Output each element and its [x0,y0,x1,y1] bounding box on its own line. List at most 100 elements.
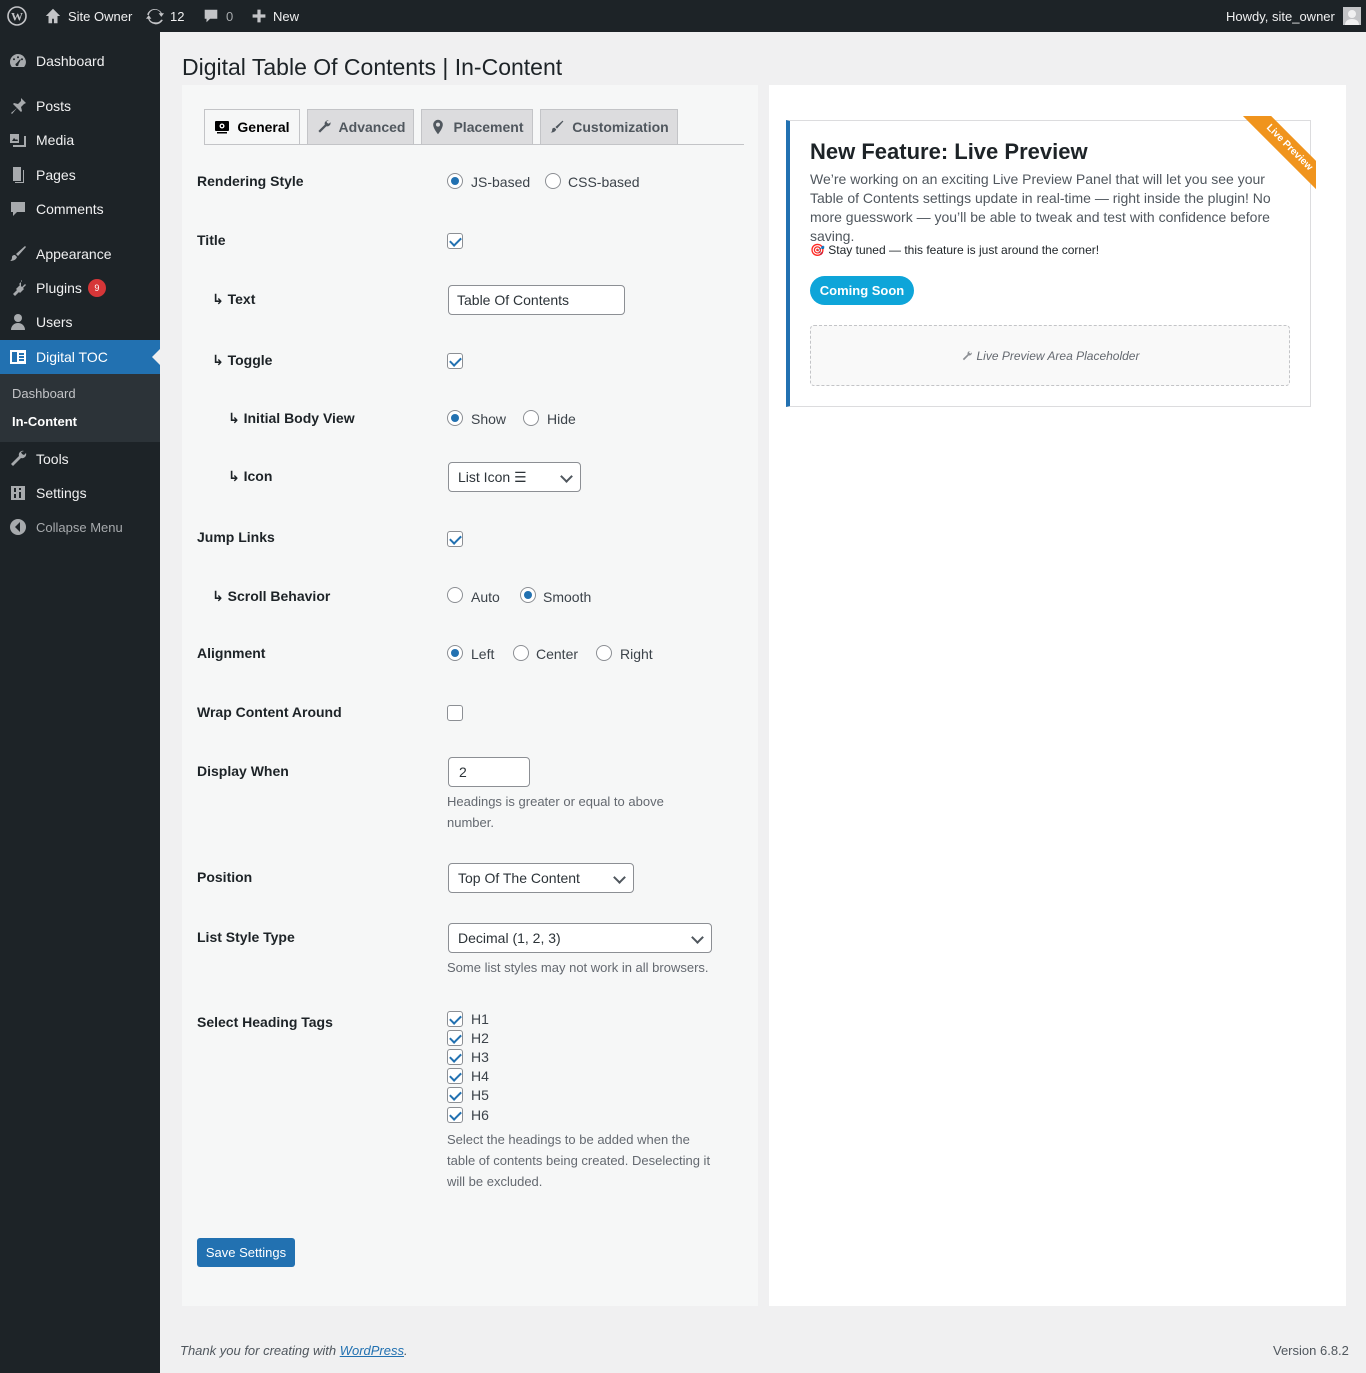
title-text-input[interactable]: Table Of Contents [448,285,625,315]
site-name: Site Owner [68,8,133,24]
title-checkbox[interactable] [447,233,463,249]
coming-soon-button[interactable]: Coming Soon [810,276,914,305]
user-icon [0,312,36,332]
tab-placement[interactable]: Placement [421,109,533,145]
tab-label: Customization [572,119,669,135]
my-account-link[interactable]: Howdy, site_owner [1226,0,1361,32]
avatar [1342,7,1361,25]
text-label: ↳ Text [212,291,256,307]
sidebar-item-comments[interactable]: Comments [0,192,160,226]
sidebar-item-media[interactable]: Media [0,123,160,157]
sidebar-item-plugins[interactable]: Plugins 9 [0,271,160,305]
select-value: List Icon ☰ [458,468,527,485]
position-select[interactable]: Top Of The Content [448,863,634,893]
radio-smooth[interactable] [520,587,536,603]
position-label: Position [197,869,253,885]
heading-h1-checkbox[interactable] [447,1011,463,1027]
sidebar-item-label: Settings [36,485,87,501]
svg-text:W: W [11,10,23,24]
chevron-down-icon [613,871,626,884]
eye-monitor-icon [215,121,230,134]
radio-left[interactable] [447,645,463,661]
feature-description: We’re working on an exciting Live Previe… [810,171,1271,244]
radio-css-based[interactable] [545,173,561,189]
radio-auto[interactable] [447,587,463,603]
site-name-link[interactable]: Site Owner [44,0,132,32]
radio-show[interactable] [447,410,463,426]
heading-h4-checkbox[interactable] [447,1068,463,1084]
sidebar-item-label: Media [36,132,75,148]
toggle-checkbox[interactable] [447,353,463,369]
tab-divider [204,144,744,145]
new-content-link[interactable]: New [251,0,299,32]
select-value: Decimal (1, 2, 3) [458,930,561,946]
sidebar-item-tools[interactable]: Tools [0,442,160,476]
placeholder-label: Live Preview Area Placeholder [976,348,1140,363]
icon-select[interactable]: List Icon ☰ [448,462,581,492]
wordpress-link[interactable]: WordPress [340,1343,404,1358]
plugin-icon [0,278,36,298]
title-label: Title [197,232,226,248]
sidebar-item-digital-toc[interactable]: Digital TOC [0,340,160,374]
heading-tag-label: H1 [471,1011,489,1027]
sidebar-item-label: Comments [36,201,104,217]
updates-link[interactable]: 12 [146,0,184,32]
sidebar-item-label: Appearance [36,246,112,262]
comments-link[interactable]: 0 [202,0,233,32]
tab-general[interactable]: General [204,109,300,145]
admin-bar: W Site Owner 12 0 New Howdy, site_owner [0,0,1366,32]
radio-hide[interactable] [523,410,539,426]
heading-h5-checkbox[interactable] [447,1087,463,1103]
comment-icon [0,199,36,219]
tab-label: Placement [453,119,524,135]
radio-right[interactable] [596,645,612,661]
sidebar-item-dashboard[interactable]: Dashboard [0,44,160,78]
heading-tag-label: H4 [471,1068,489,1084]
sidebar-item-posts[interactable]: Posts [0,89,160,123]
sidebar-item-pages[interactable]: Pages [0,158,160,192]
sidebar-item-label: Digital TOC [36,349,108,365]
sidebar-item-users[interactable]: Users [0,305,160,339]
collapse-icon [0,517,36,537]
submenu-item-dashboard[interactable]: Dashboard [12,386,76,401]
radio-center[interactable] [513,645,529,661]
page-icon [0,165,36,185]
tab-customization[interactable]: Customization [540,109,678,145]
radio-label: Show [471,411,507,427]
list-style-type-select[interactable]: Decimal (1, 2, 3) [448,923,712,953]
settings-panel [182,85,758,1306]
plus-icon [252,9,266,23]
display-when-description-line: number. [447,815,494,830]
heading-h3-checkbox[interactable] [447,1049,463,1065]
sidebar-item-appearance[interactable]: Appearance [0,237,160,271]
heading-h2-checkbox[interactable] [447,1030,463,1046]
save-settings-button[interactable]: Save Settings [197,1238,295,1267]
toggle-label: ↳ Toggle [212,352,273,368]
new-label: New [273,8,300,24]
jump-links-checkbox[interactable] [447,531,463,547]
tab-advanced[interactable]: Advanced [307,109,414,145]
sidebar-item-label: Dashboard [36,53,105,69]
live-preview-placeholder: Live Preview Area Placeholder [810,325,1290,386]
radio-label: Left [471,646,495,662]
radio-js-based[interactable] [447,173,463,189]
page-title: Digital Table Of Contents | In-Content [182,54,563,80]
sidebar-item-label: Plugins [36,280,82,296]
icon-label: ↳ Icon [228,468,273,484]
wrench-icon [962,350,972,360]
heading-h6-checkbox[interactable] [447,1107,463,1123]
brush-icon [0,244,36,264]
comment-bubble-icon [204,9,218,23]
toc-icon [0,347,36,367]
radio-label: Hide [547,411,576,427]
wrap-content-checkbox[interactable] [447,705,463,721]
updates-count: 12 [170,8,185,24]
collapse-menu-button[interactable]: Collapse Menu [0,510,160,544]
radio-label: Auto [471,589,500,605]
wordpress-logo-icon[interactable]: W [7,0,27,32]
scroll-behavior-label: ↳ Scroll Behavior [212,588,331,604]
display-when-number-input[interactable]: 2 [448,757,530,787]
radio-label: CSS-based [568,174,640,190]
sidebar-item-settings[interactable]: Settings [0,476,160,510]
submenu-item-in-content[interactable]: In-Content [12,414,77,429]
